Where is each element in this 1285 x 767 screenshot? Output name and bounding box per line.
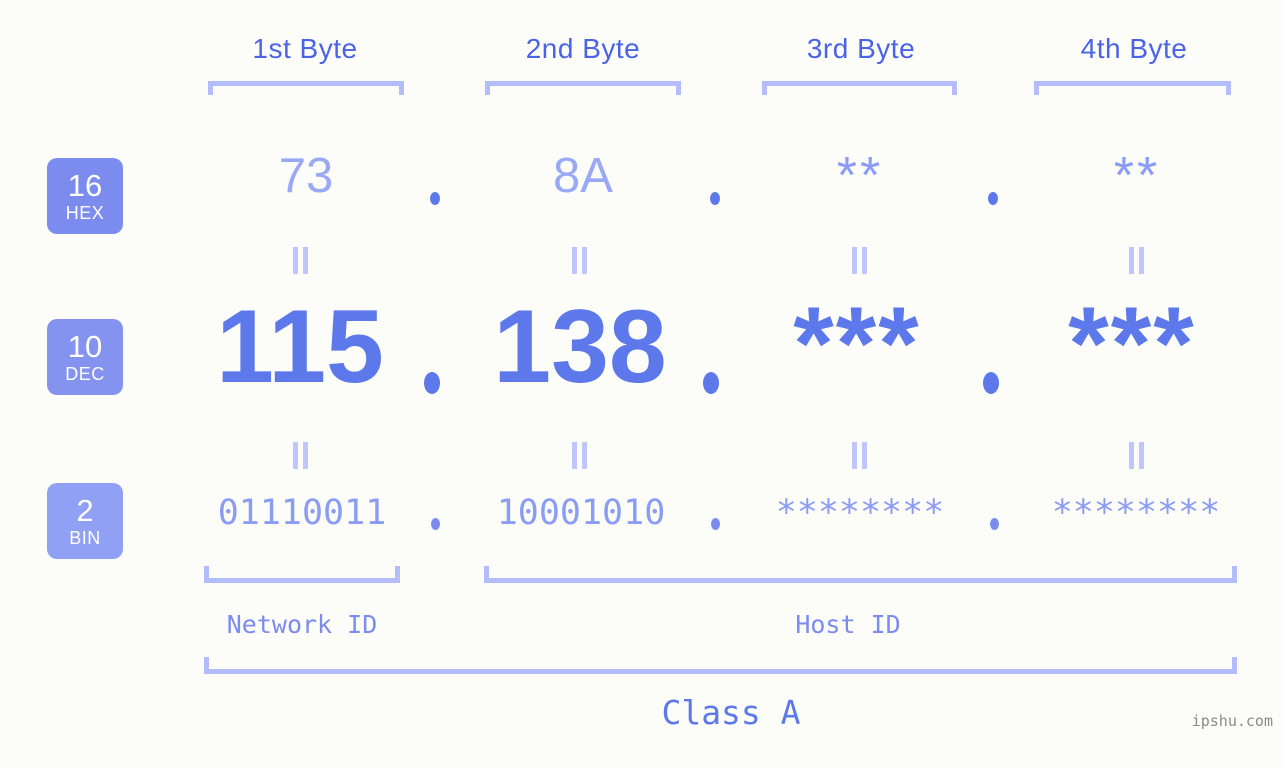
host-id-bracket [484, 566, 1237, 583]
bin-octet-4: ******** [1051, 493, 1221, 533]
dec-octet-4: *** [1068, 286, 1196, 402]
equals-mark-dec-bin-1 [292, 442, 310, 469]
class-label: Class A [661, 693, 801, 732]
hex-octet-3: ** [836, 147, 884, 205]
bin-separator-dot-3 [990, 518, 999, 530]
base-badge-hex-number: 16 [67, 168, 103, 203]
equals-mark-hex-dec-3 [851, 247, 869, 274]
hex-octet-1: 73 [278, 149, 334, 203]
equals-mark-dec-bin-4 [1128, 442, 1146, 469]
byte-header-label-4: 4th Byte [1080, 33, 1188, 64]
dec-octet-2: 138 [493, 289, 667, 405]
byte-bracket-2 [485, 81, 681, 95]
class-bracket [204, 657, 1237, 674]
base-badge-bin-name: BIN [69, 528, 101, 548]
dec-separator-dot-1 [424, 372, 440, 394]
base-badge-dec-name: DEC [65, 364, 105, 384]
base-badge-bin: 2 BIN [47, 483, 123, 559]
ip-address-breakdown-diagram: 1st Byte 2nd Byte 3rd Byte 4th Byte 16 H… [0, 0, 1285, 767]
bin-separator-dot-1 [431, 518, 440, 530]
hex-octet-2: 8A [553, 149, 613, 203]
base-badge-hex: 16 HEX [47, 158, 123, 234]
equals-mark-dec-bin-2 [571, 442, 589, 469]
equals-mark-hex-dec-2 [571, 247, 589, 274]
bin-separator-dot-2 [711, 518, 720, 530]
dec-separator-dot-2 [703, 372, 719, 394]
site-watermark: ipshu.com [1191, 712, 1273, 730]
base-badge-dec: 10 DEC [47, 319, 123, 395]
byte-bracket-1 [208, 81, 404, 95]
host-id-label: Host ID [795, 610, 901, 639]
bin-octet-2: 10001010 [496, 493, 666, 533]
base-badge-bin-number: 2 [76, 493, 94, 528]
hex-octet-4: ** [1113, 147, 1161, 205]
network-id-bracket [204, 566, 400, 583]
hex-separator-dot-1 [430, 192, 440, 205]
byte-header-label-2: 2nd Byte [525, 33, 641, 64]
byte-header-label-3: 3rd Byte [806, 33, 916, 64]
hex-separator-dot-2 [710, 192, 720, 205]
dec-octet-3: *** [793, 286, 921, 402]
base-badge-hex-name: HEX [65, 203, 105, 223]
byte-header-label-1: 1st Byte [252, 33, 358, 64]
equals-mark-hex-dec-1 [292, 247, 310, 274]
dec-octet-1: 115 [216, 289, 384, 405]
bin-octet-1: 01110011 [217, 493, 387, 533]
dec-separator-dot-3 [983, 372, 999, 394]
byte-bracket-4 [1034, 81, 1231, 95]
byte-bracket-3 [762, 81, 957, 95]
base-badge-dec-number: 10 [67, 329, 103, 364]
network-id-label: Network ID [226, 610, 378, 639]
hex-separator-dot-3 [988, 192, 998, 205]
equals-mark-hex-dec-4 [1128, 247, 1146, 274]
bin-octet-3: ******** [775, 493, 945, 533]
equals-mark-dec-bin-3 [851, 442, 869, 469]
